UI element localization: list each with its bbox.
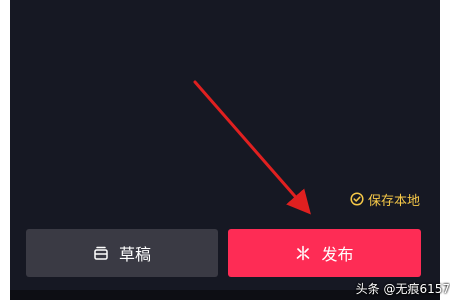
draft-button[interactable]: 草稿 xyxy=(26,229,218,277)
publish-button[interactable]: 发布 xyxy=(228,229,421,277)
app-screen: 保存本地 草稿 发布 xyxy=(10,0,440,300)
save-local-label: 保存本地 xyxy=(367,193,420,209)
check-circle-icon xyxy=(350,192,364,206)
draft-box-icon xyxy=(93,245,109,261)
publish-button-label: 发布 xyxy=(321,245,354,264)
draft-button-label: 草稿 xyxy=(118,245,151,264)
watermark: 头条 @无痕6157 xyxy=(355,282,450,296)
sparkle-icon xyxy=(295,245,311,261)
save-local-toggle[interactable]: 保存本地 xyxy=(350,190,420,209)
